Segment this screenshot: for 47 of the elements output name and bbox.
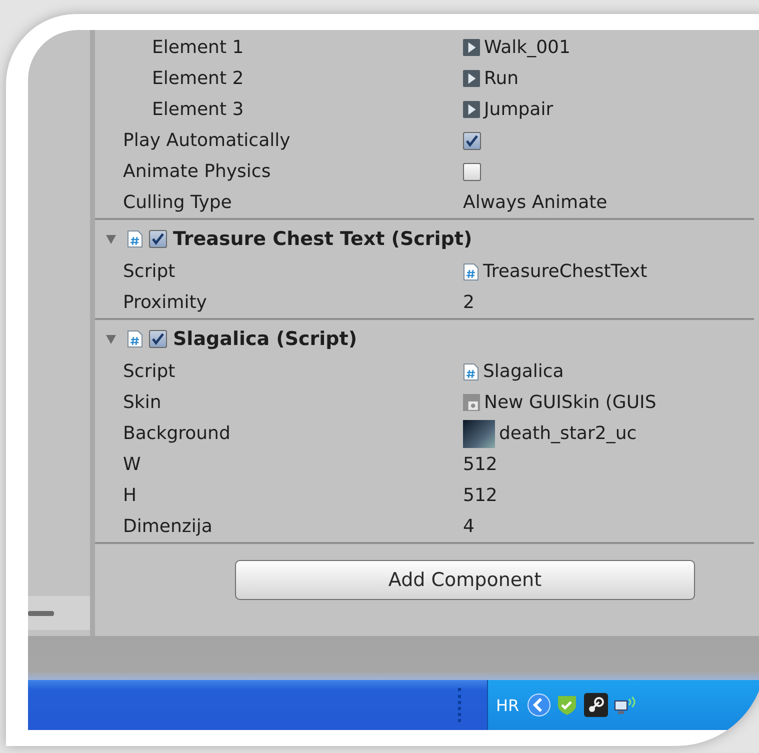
component-title: Slagalica (Script) (173, 328, 358, 350)
script-file-icon (127, 330, 143, 348)
property-value[interactable]: 512 (463, 454, 498, 475)
skin-asset-icon (463, 394, 480, 411)
property-value[interactable]: Walk_001 (484, 37, 570, 58)
checkbox[interactable] (149, 330, 167, 348)
property-label: Dimenzija (122, 516, 214, 537)
property-label: Play Automatically (122, 130, 292, 151)
checkbox[interactable] (149, 230, 167, 248)
property-value[interactable]: New GUISkin (GUIS (484, 392, 656, 413)
checkbox[interactable] (463, 132, 481, 150)
property-label: Culling Type (122, 192, 233, 213)
expanded-triangle-icon[interactable] (105, 333, 117, 345)
property-value[interactable]: death_star2_uc (499, 423, 637, 444)
texture-thumbnail (463, 420, 495, 448)
animation-clip-icon (463, 39, 480, 56)
property-label: Animate Physics (122, 161, 272, 182)
property-value[interactable]: Slagalica (483, 361, 564, 382)
animation-clip-icon (463, 70, 480, 87)
expanded-triangle-icon[interactable] (105, 233, 117, 245)
animation-clip-icon (463, 101, 480, 118)
property-label: Element 3 (151, 99, 245, 120)
property-value[interactable]: TreasureChestText (483, 261, 648, 282)
property-value[interactable]: Always Animate (463, 192, 608, 213)
taskbar-grip[interactable] (458, 688, 461, 722)
scrollbar-handle[interactable] (28, 610, 54, 616)
script-file-icon (463, 262, 479, 280)
script-file-icon (127, 230, 143, 248)
property-value[interactable]: Run (484, 68, 519, 89)
property-label: H (122, 485, 138, 506)
property-label: Skin (122, 392, 162, 413)
component-title: Treasure Chest Text (Script) (173, 228, 472, 250)
property-label: Script (122, 261, 176, 282)
property-label: Element 1 (151, 37, 245, 58)
add-component-button[interactable]: Add Component (235, 560, 695, 600)
property-value[interactable]: 4 (463, 516, 474, 537)
property-value[interactable]: Jumpair (484, 99, 554, 120)
property-label: Proximity (122, 292, 208, 313)
property-value[interactable]: 2 (463, 292, 474, 313)
property-value[interactable]: 512 (463, 485, 498, 506)
property-label: W (122, 454, 142, 475)
property-label: Background (122, 423, 232, 444)
script-file-icon (463, 362, 479, 380)
property-label: Element 2 (151, 68, 245, 89)
chevron-left-icon[interactable] (527, 693, 552, 717)
checkbox[interactable] (463, 162, 481, 180)
property-label: Script (122, 361, 176, 382)
